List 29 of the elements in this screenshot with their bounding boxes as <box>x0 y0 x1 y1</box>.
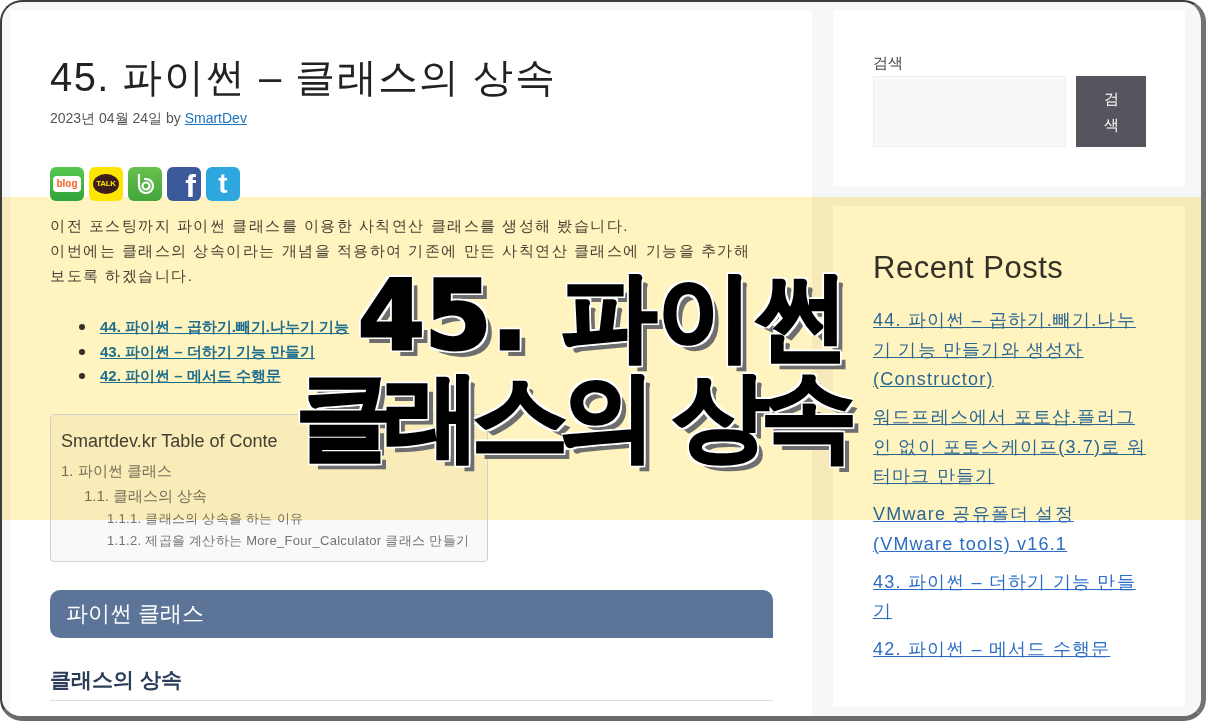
related-post-link[interactable]: 43. 파이썬 – 더하기 기능 만들기 <box>100 339 316 364</box>
share-button[interactable]: t <box>206 167 240 201</box>
share-button[interactable]: blog <box>50 167 84 201</box>
recent-post-link[interactable]: VMware 공유폴더 설정 (VMware tools) v16.1 <box>873 500 1146 559</box>
share-button[interactable] <box>128 167 162 201</box>
recent-post-link[interactable]: 43. 파이썬 – 더하기 기능 만들기 <box>873 567 1146 627</box>
share-button[interactable]: f <box>167 167 201 201</box>
related-post-link[interactable]: 42. 파이썬 – 메서드 수행문 <box>100 364 281 389</box>
section-heading: 파이썬 클래스 <box>50 589 773 638</box>
search-label: 검색 <box>873 53 904 73</box>
search-button[interactable]: 검색 <box>1076 76 1146 147</box>
recent-post-link[interactable]: 42. 파이썬 – 메서드 수행문 <box>873 635 1111 665</box>
toc-link[interactable]: 1. 파이썬 클래스 <box>61 457 172 483</box>
bullet-icon <box>79 373 85 380</box>
toc-link[interactable]: 1.1. 클래스의 상속 <box>84 482 208 508</box>
author-link[interactable]: SmartDev <box>184 110 247 126</box>
recent-post-link[interactable]: 워드프레스에서 포토샵.플러그인 없이 포토스케이프(3.7)로 워터마크 만들기 <box>873 403 1146 492</box>
share-button[interactable]: TALK <box>89 167 123 201</box>
toc-title: Smartdev.kr Table of Conte <box>61 429 278 453</box>
related-post-link[interactable]: 44. 파이썬 – 곱하기.빼기.나누기 기능 <box>100 315 350 340</box>
toc-link[interactable]: 1.1.1. 클래스의 상속을 하는 이유 <box>107 507 304 530</box>
recent-posts-title: Recent Posts <box>873 249 1064 287</box>
recent-post-link[interactable]: 44. 파이썬 – 곱하기.빼기.나누기 기능 만들기와 생성자(Constructor) <box>873 306 1146 395</box>
bullet-icon <box>79 348 85 355</box>
post-title: 45. 파이썬 – 클래스의 상속 <box>50 54 557 101</box>
post-meta: 2023년 04월 24일 by SmartDev <box>50 109 247 128</box>
bullet-icon <box>79 324 85 331</box>
toc-link[interactable]: 1.1.2. 제곱을 계산하는 More_Four_Calculator 클래스 만들기 <box>107 529 470 552</box>
subsection-heading: 클래스의 상속 <box>50 665 773 701</box>
